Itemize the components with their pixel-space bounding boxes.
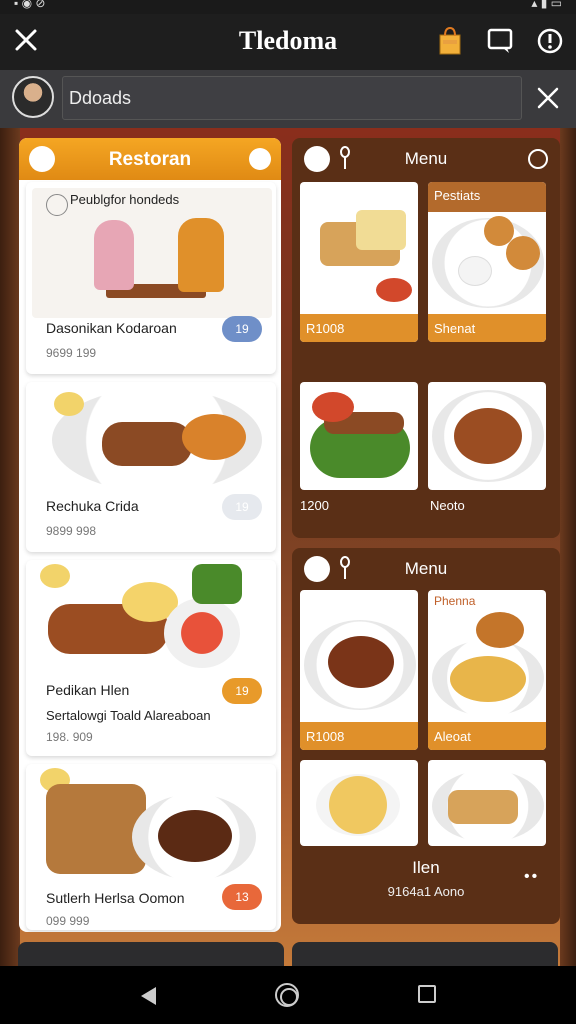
menu-tile-label: Shenat: [434, 321, 476, 336]
bottom-card-right[interactable]: [292, 942, 558, 966]
menu-tile-top-label: Phenna: [434, 594, 476, 608]
menu-tile[interactable]: Phenna Aleoat: [428, 590, 546, 750]
menu-tile-band: Shenat: [428, 314, 546, 342]
menu-tile-label: Neoto: [430, 498, 465, 513]
menu-panel: Menu R1008 Pestiats Shenat 1200 Neoto: [292, 138, 560, 538]
bottom-card-row: [18, 942, 558, 966]
clock-icon[interactable]: [528, 149, 548, 169]
card-caption: Peublgfor hondeds: [70, 192, 180, 207]
mixed-food-image: [32, 560, 272, 678]
restaurant-card[interactable]: Peublgfor hondeds Dasonikan Kodaroan 969…: [26, 182, 276, 374]
menu-panel-header: Menu: [292, 138, 560, 178]
restaurant-name: Rechuka Crida: [46, 498, 139, 514]
status-icons-right: ▴ ▮ ▭: [531, 0, 562, 10]
more-options-icon[interactable]: ••: [524, 868, 539, 886]
restaurant-price: 9899 998: [46, 524, 97, 538]
menu-tile[interactable]: [300, 382, 418, 490]
restaurant-panel-header: Restoran: [19, 138, 281, 180]
background-wall-right: [560, 128, 576, 966]
flatbread-image: [32, 764, 272, 882]
restaurant-price: 9699 199: [46, 346, 97, 360]
clear-search-icon[interactable]: [536, 86, 560, 110]
tag-icon: [46, 194, 68, 216]
rating-badge: 19: [222, 678, 262, 704]
menu-tile-label: R1008: [306, 321, 345, 336]
restaurant-name: Sutlerh Herlsa Oomon: [46, 890, 185, 906]
menu-panel-header: Menu: [292, 548, 560, 588]
menu-tile-band: R1008: [300, 314, 418, 342]
menu-tile-label: 1200: [300, 498, 329, 513]
avatar[interactable]: [12, 76, 54, 118]
menu-footer-subtitle: 9164a1 Aono: [387, 884, 465, 899]
menu-tile[interactable]: R1008: [300, 590, 418, 750]
menu-footer-name: Ilen: [412, 858, 440, 877]
menu-tile-band: R1008: [300, 722, 418, 750]
menu-tile-band: Aleoat: [428, 722, 546, 750]
menu-panel-title: Menu: [404, 149, 448, 168]
alert-icon[interactable]: [536, 27, 564, 55]
compass-icon[interactable]: [249, 148, 271, 170]
menu-panel: Menu R1008 Phenna Aleoat Ilen 9164a1 Aon…: [292, 548, 560, 924]
status-icons-left: ▪ ◉ ⊘: [14, 0, 46, 10]
app-bar: Tledoma: [0, 14, 576, 70]
menu-panel-title: Menu: [404, 559, 448, 578]
menu-tile[interactable]: [300, 760, 418, 846]
restaurant-card[interactable]: Rechuka Crida 9899 998 19: [26, 382, 276, 552]
rating-badge: 13: [222, 884, 262, 910]
restaurant-card[interactable]: Pedikan Hlen Sertalowgi Toald Alareaboan…: [26, 560, 276, 756]
recent-apps-icon[interactable]: [418, 985, 436, 1003]
rating-badge: 19: [222, 316, 262, 342]
search-bar: [0, 70, 576, 128]
back-icon[interactable]: [138, 985, 158, 1007]
restaurant-panel-title: Restoran: [108, 149, 192, 170]
restaurant-subtitle: Sertalowgi Toald Alareaboan: [46, 708, 211, 723]
restaurant-panel: Restoran Peublgfor hondeds Dasonikan Kod…: [19, 138, 281, 932]
menu-tile[interactable]: [428, 382, 546, 490]
restaurant-price: 099 999: [46, 914, 90, 928]
restaurant-price: 198. 909: [46, 730, 93, 744]
system-nav-bar: [0, 966, 576, 1024]
menu-tile-top-label: Pestiats: [428, 182, 546, 212]
restaurant-name: Dasonikan Kodaroan: [46, 320, 177, 336]
menu-tile[interactable]: Pestiats Shenat: [428, 182, 546, 342]
home-icon[interactable]: [275, 983, 299, 1007]
shopping-bag-icon[interactable]: [437, 26, 463, 56]
diners-image: Peublgfor hondeds: [32, 188, 272, 318]
background-wall-left: [0, 128, 20, 966]
menu-tile[interactable]: R1008: [300, 182, 418, 342]
search-input[interactable]: [62, 76, 522, 120]
person-right: [178, 218, 224, 292]
chat-icon[interactable]: [487, 28, 513, 54]
person-left: [94, 220, 134, 290]
grilled-food-image: [32, 382, 272, 494]
restaurant-name: Pedikan Hlen: [46, 682, 130, 698]
status-bar: ▪ ◉ ⊘ ▴ ▮ ▭: [0, 0, 576, 14]
menu-tile[interactable]: [428, 760, 546, 846]
menu-tile-label: Aleoat: [434, 729, 471, 744]
restaurant-card[interactable]: Sutlerh Herlsa Oomon 099 999 13: [26, 764, 276, 930]
menu-tile-label: R1008: [306, 729, 345, 744]
bottom-card-left[interactable]: [18, 942, 284, 966]
rating-badge: 19: [222, 494, 262, 520]
